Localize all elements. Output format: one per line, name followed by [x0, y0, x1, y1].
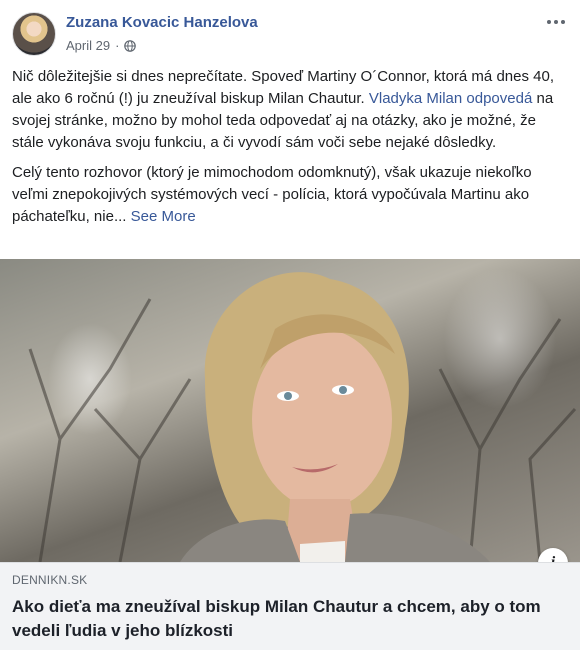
vladyka-link[interactable]: Vladyka Milan odpovedá	[369, 90, 532, 107]
avatar[interactable]	[12, 12, 56, 56]
more-options-icon[interactable]	[544, 12, 568, 32]
link-preview-card[interactable]: DENNIKN.SK Ako dieťa ma zneužíval biskup…	[0, 562, 580, 650]
post-paragraph-2: Celý tento rozhovor (ktorý je mimochodom…	[12, 162, 568, 228]
globe-icon[interactable]	[124, 39, 137, 52]
author-name[interactable]: Zuzana Kovacic Hanzelova	[66, 14, 258, 31]
paragraph-2-text: Celý tento rozhovor (ktorý je mimochodom…	[12, 164, 532, 225]
post-meta: April 29 ·	[66, 38, 137, 53]
post-date[interactable]: April 29	[66, 38, 110, 53]
see-more-link[interactable]: See More	[131, 208, 196, 225]
post-text: Nič dôležitejšie si dnes neprečítate. Sp…	[12, 66, 568, 236]
post-paragraph-1: Nič dôležitejšie si dnes neprečítate. Sp…	[12, 66, 568, 154]
article-photo[interactable]	[0, 259, 580, 562]
link-domain: DENNIKN.SK	[12, 573, 88, 587]
meta-separator: ·	[115, 38, 120, 53]
post-header: Zuzana Kovacic Hanzelova April 29 ·	[12, 12, 568, 60]
link-title[interactable]: Ako dieťa ma zneužíval biskup Milan Chau…	[12, 595, 568, 643]
